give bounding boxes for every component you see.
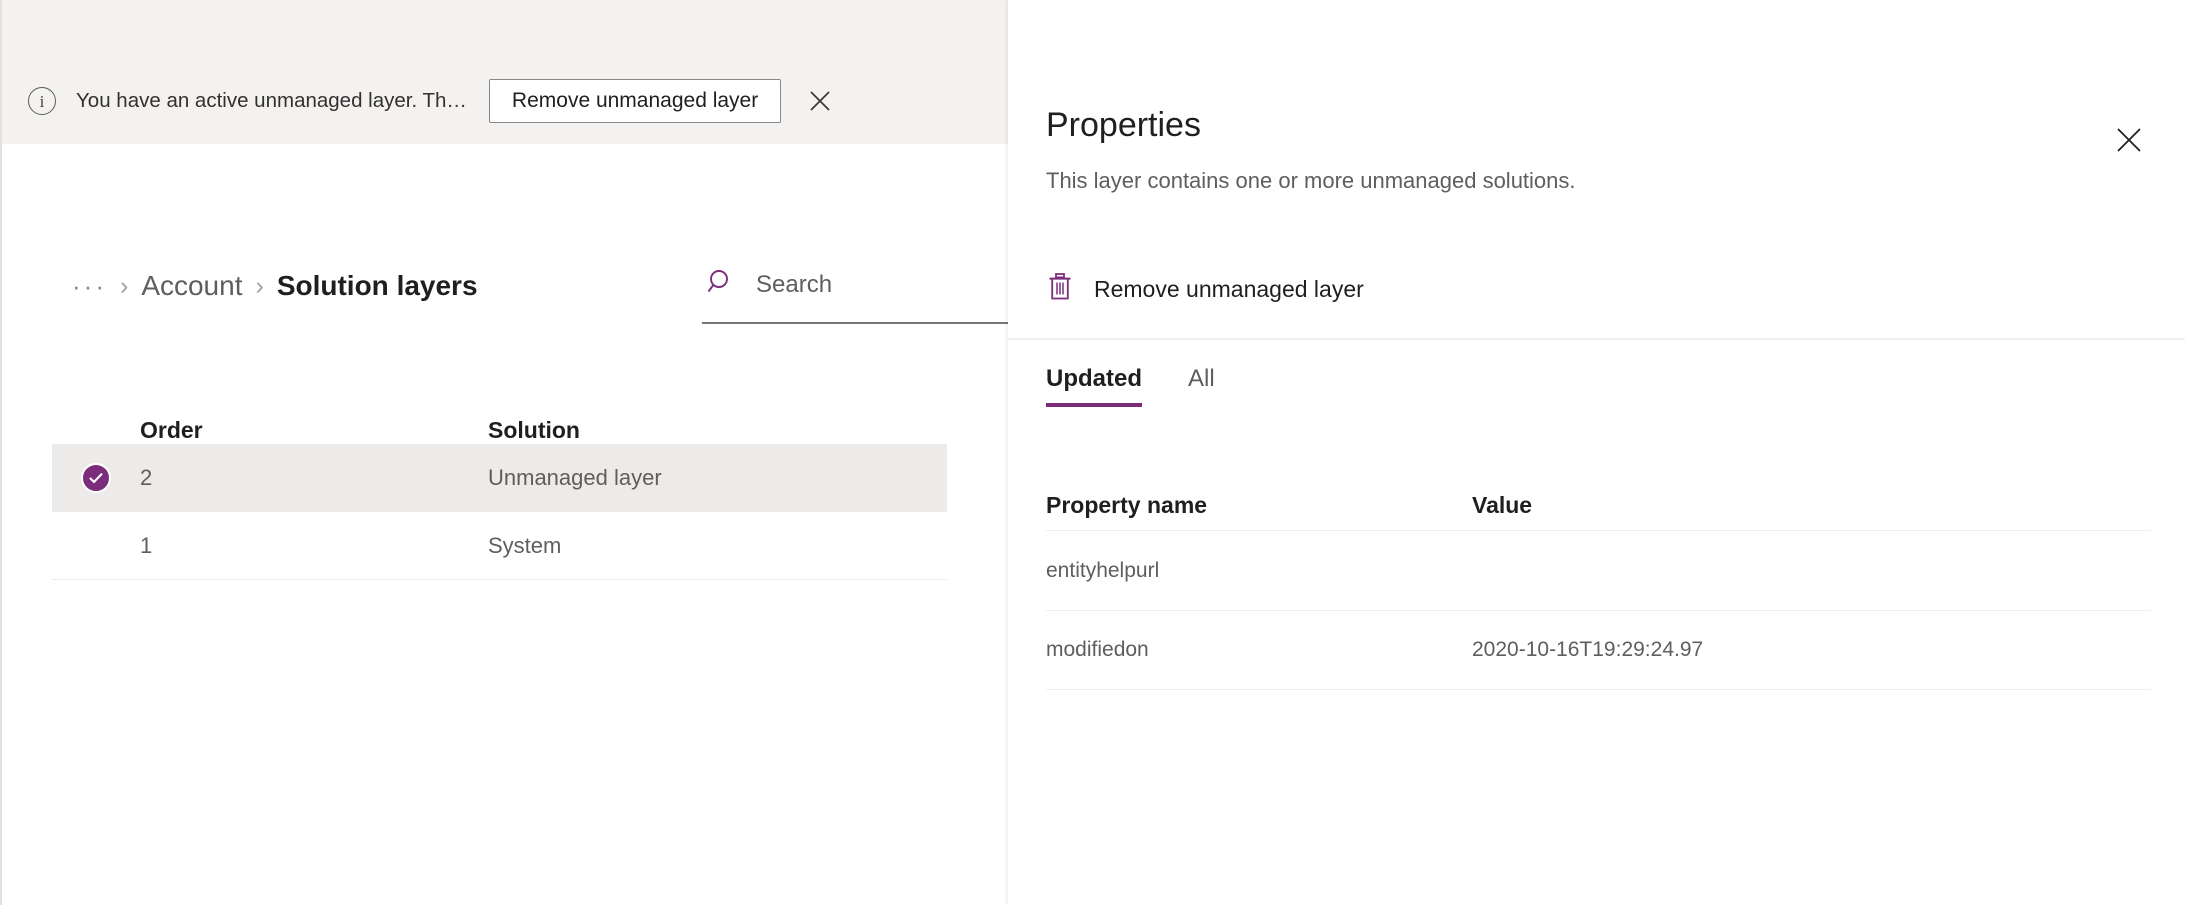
table-row[interactable]: entityhelpurl: [1046, 530, 2151, 610]
panel-tabs: Updated All: [1046, 365, 1215, 407]
remove-unmanaged-layer-command[interactable]: Remove unmanaged layer: [1046, 272, 1364, 307]
column-header-order[interactable]: Order: [140, 417, 488, 444]
panel-command-label: Remove unmanaged layer: [1094, 276, 1364, 302]
search-box[interactable]: [702, 248, 1010, 324]
table-row[interactable]: 1 System: [52, 512, 947, 580]
breadcrumb-separator-2: ›: [255, 271, 264, 300]
table-row[interactable]: 2 Unmanaged layer: [52, 444, 947, 512]
close-icon[interactable]: [801, 82, 839, 120]
close-icon[interactable]: [2109, 120, 2149, 160]
breadcrumb-separator-1: ›: [119, 271, 129, 300]
cell-property-name: modifiedon: [1046, 638, 1149, 661]
cell-solution: System: [488, 532, 562, 558]
page-title: Properties: [1046, 106, 1201, 144]
table-header-row: Property name Value: [1046, 480, 2151, 530]
cell-order: 2: [140, 465, 153, 490]
tab-all[interactable]: All: [1188, 365, 1215, 407]
cell-value: 2020-10-16T19:29:24.97: [1472, 638, 1704, 661]
panel-header: Properties This layer contains one or mo…: [1008, 0, 2185, 194]
row-select-cell[interactable]: [52, 463, 140, 493]
trash-icon: [1046, 272, 1074, 307]
search-icon: [706, 267, 738, 304]
solution-layers-region: i You have an active unmanaged layer. Th…: [0, 0, 1010, 905]
column-header-solution[interactable]: Solution: [488, 417, 947, 444]
remove-unmanaged-layer-button[interactable]: Remove unmanaged layer: [488, 79, 782, 123]
notification-bar: i You have an active unmanaged layer. Th…: [2, 58, 1008, 144]
panel-subtitle: This layer contains one or more unmanage…: [1046, 168, 1576, 193]
search-input[interactable]: [756, 271, 956, 299]
panel-divider: [1008, 338, 2185, 340]
table-row[interactable]: modifiedon 2020-10-16T19:29:24.97: [1046, 610, 2151, 690]
cell-property-name: entityhelpurl: [1046, 558, 1160, 582]
checkmark-icon: [81, 463, 111, 493]
notification-message: You have an active unmanaged layer. Th…: [76, 89, 467, 112]
breadcrumb: ··· › Account › Solution layers: [72, 270, 478, 302]
tab-updated[interactable]: Updated: [1046, 365, 1142, 407]
info-icon: i: [28, 87, 56, 115]
column-header-property-name: Property name: [1046, 491, 1208, 518]
breadcrumb-overflow-button[interactable]: ···: [72, 271, 107, 302]
breadcrumb-item-current: Solution layers: [276, 270, 478, 301]
properties-panel: Properties This layer contains one or mo…: [1008, 0, 2185, 905]
properties-table: Property name Value entityhelpurl modifi…: [1046, 480, 2151, 690]
solution-layers-table: Order Solution 2 Unmanaged layer 1 Syste: [52, 390, 947, 580]
table-header-row: Order Solution: [52, 390, 947, 444]
app-root: i You have an active unmanaged layer. Th…: [0, 0, 2185, 905]
top-strip: [2, 0, 1008, 58]
cell-solution: Unmanaged layer: [488, 465, 662, 490]
column-header-value: Value: [1472, 491, 1533, 518]
cell-order: 1: [140, 532, 153, 558]
breadcrumb-item-account[interactable]: Account: [141, 270, 242, 302]
